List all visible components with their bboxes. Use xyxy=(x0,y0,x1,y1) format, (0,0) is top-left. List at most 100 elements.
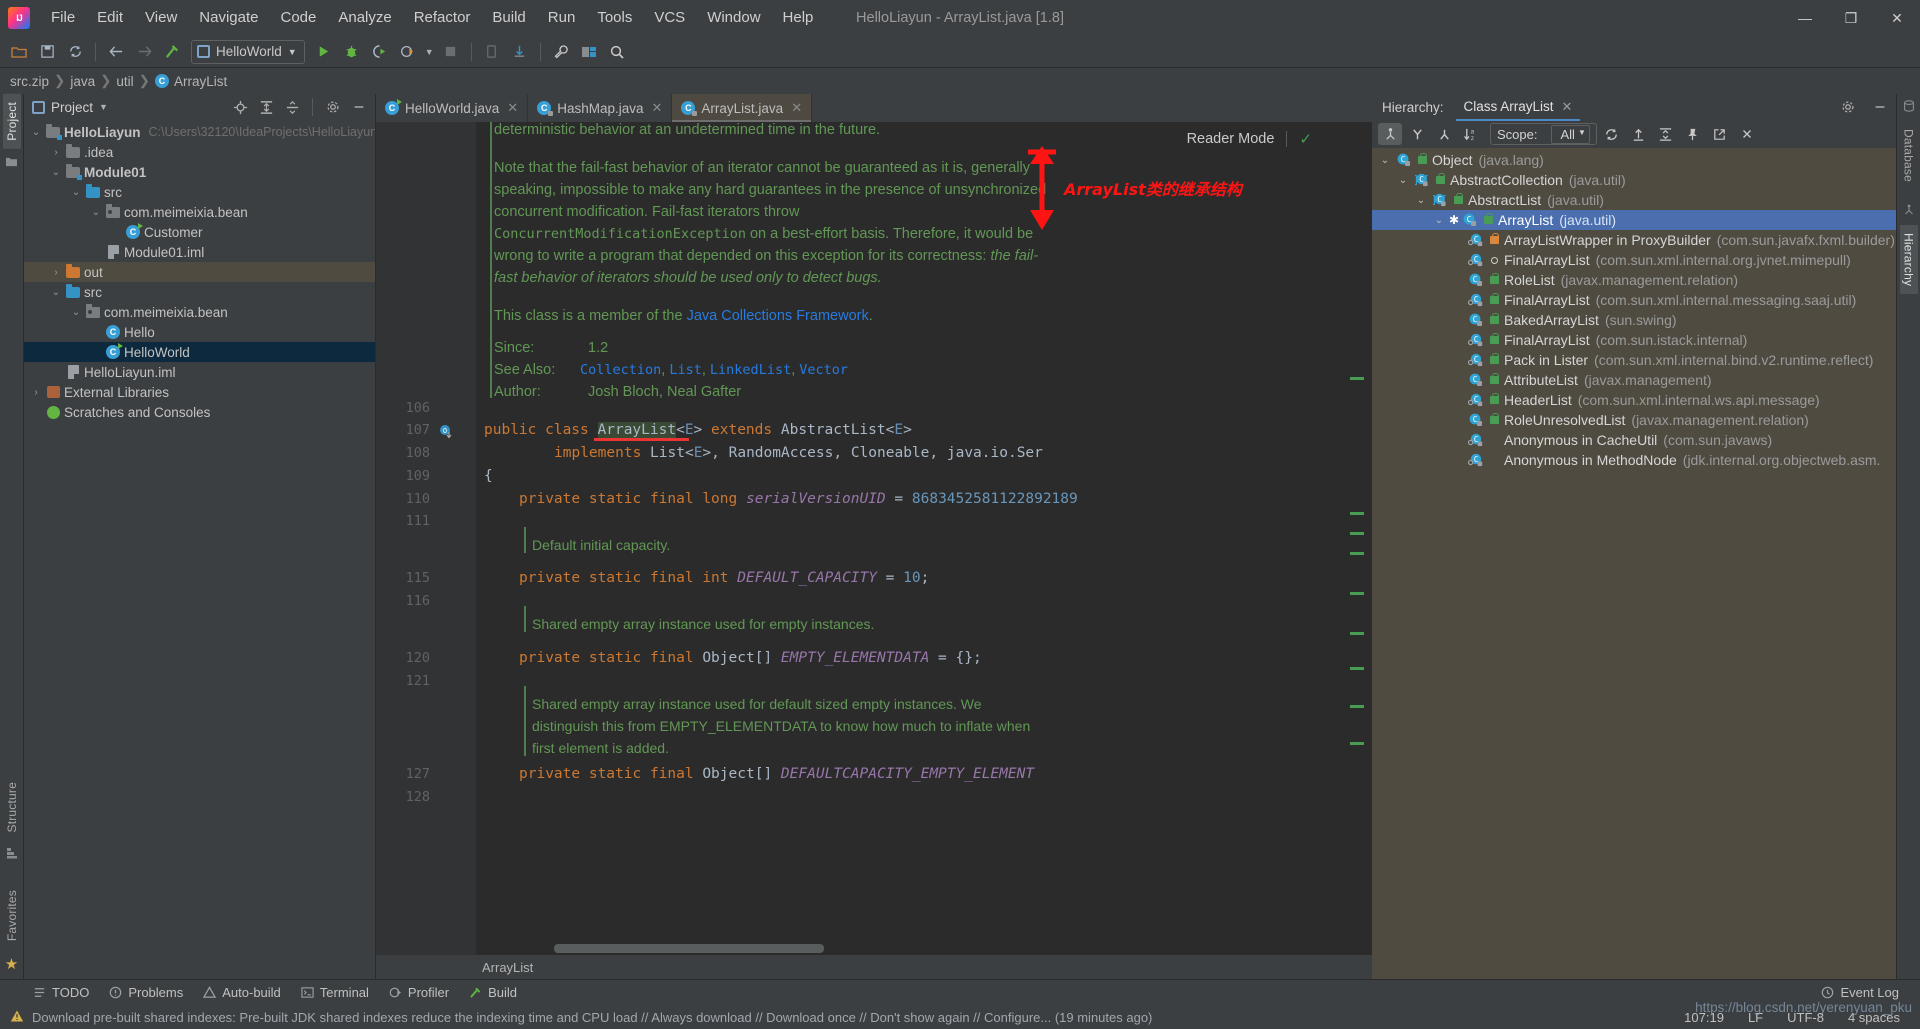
chevron-down-icon[interactable]: ⌄ xyxy=(68,187,84,198)
menu-refactor[interactable]: Refactor xyxy=(403,5,482,31)
hierarchy-row[interactable]: C Anonymous in CacheUtil (com.sun.javaws) xyxy=(1372,430,1896,450)
menu-tools[interactable]: Tools xyxy=(586,5,643,31)
stop-icon[interactable] xyxy=(438,39,464,65)
project-tree[interactable]: ⌄ HelloLiayun C:\Users\32120\IdeaProjects\… xyxy=(24,120,375,979)
chevron-down-icon[interactable]: ⌄ xyxy=(1376,155,1394,166)
menu-navigate[interactable]: Navigate xyxy=(188,5,269,31)
tree-row-src[interactable]: ⌄ src xyxy=(24,182,375,202)
tool-todo[interactable]: TODO xyxy=(24,982,98,1003)
tree-row-src[interactable]: ⌄ src xyxy=(24,282,375,302)
expand-all-icon[interactable] xyxy=(1654,123,1678,145)
hierarchy-row[interactable]: ⌄ C AbstractCollection (java.util) xyxy=(1372,170,1896,190)
chevron-right-icon[interactable]: › xyxy=(48,267,64,278)
chevron-down-icon[interactable]: ⌄ xyxy=(88,207,104,218)
forward-arrow-icon[interactable] xyxy=(131,39,157,65)
chevron-down-icon[interactable]: ⌄ xyxy=(28,127,44,138)
tree-row-helloliayun-iml[interactable]: HelloLiayun.iml xyxy=(24,362,375,382)
hammer-icon[interactable] xyxy=(159,39,185,65)
scrollbar-thumb[interactable] xyxy=(554,944,824,953)
hierarchy-row[interactable]: C BakedArrayList (sun.swing) xyxy=(1372,310,1896,330)
stripe-structure-button[interactable]: Structure xyxy=(3,774,21,841)
tool-profiler[interactable]: Profiler xyxy=(380,982,458,1003)
hierarchy-row[interactable]: C HeaderList (com.sun.xml.internal.ws.api.… xyxy=(1372,390,1896,410)
stripe-database-icon[interactable] xyxy=(1903,100,1915,115)
javadoc-link[interactable]: LinkedList xyxy=(710,362,791,378)
hide-panel-icon[interactable] xyxy=(349,97,369,117)
stripe-star-icon[interactable]: ★ xyxy=(5,955,18,973)
tree-row-customer[interactable]: C Customer xyxy=(24,222,375,242)
tree-row-module01[interactable]: ⌄ Module01 xyxy=(24,162,375,182)
editor-gutter[interactable]: 106 107 O 108 109 110 111 115 116 120 121 127 128 xyxy=(376,122,476,955)
profiler-icon[interactable] xyxy=(395,39,421,65)
subtypes-hierarchy-icon[interactable] xyxy=(1432,123,1456,145)
menu-vcs[interactable]: VCS xyxy=(643,5,696,31)
save-icon[interactable] xyxy=(34,39,60,65)
sort-alphabetically-icon[interactable]: az xyxy=(1459,123,1483,145)
maximize-button[interactable]: ❐ xyxy=(1828,0,1874,36)
breadcrumb-arraylist[interactable]: C ArrayList xyxy=(154,74,227,89)
hierarchy-row[interactable]: C Anonymous in MethodNode (jdk.internal.or… xyxy=(1372,450,1896,470)
tree-row-helloworld[interactable]: C HelloWorld xyxy=(24,342,375,362)
hide-icon[interactable] xyxy=(1870,97,1890,117)
hierarchy-row[interactable]: C RoleList (javax.management.relation) xyxy=(1372,270,1896,290)
tree-row-external-libraries[interactable]: › External Libraries xyxy=(24,382,375,402)
hierarchy-tree[interactable]: ⌄ C Object (java.lang) ⌄ C AbstractCollection(… xyxy=(1372,148,1896,979)
stripe-favorites-button[interactable]: Favorites xyxy=(3,882,21,949)
hierarchy-row[interactable]: ⌄ C Object (java.lang) xyxy=(1372,150,1896,170)
collapse-all-icon[interactable] xyxy=(282,97,302,117)
back-arrow-icon[interactable] xyxy=(103,39,129,65)
chevron-down-icon[interactable]: ▼ xyxy=(99,102,108,112)
javadoc-link[interactable]: Java Collections Framework xyxy=(687,308,869,324)
pin-icon[interactable] xyxy=(1681,123,1705,145)
reader-mode-toggle[interactable]: Reader Mode ✓ xyxy=(1187,130,1312,148)
project-panel-title-group[interactable]: Project ▼ xyxy=(32,100,108,115)
scope-selector[interactable]: Scope: All ▼ xyxy=(1490,123,1597,145)
supertypes-hierarchy-icon[interactable] xyxy=(1405,123,1429,145)
javadoc-link[interactable]: Vector xyxy=(799,362,848,378)
close-button[interactable]: ✕ xyxy=(1874,0,1920,36)
status-message[interactable]: Download pre-built shared indexes: Pre-b… xyxy=(32,1010,1152,1025)
tree-row-hello[interactable]: C Hello xyxy=(24,322,375,342)
horizontal-scrollbar[interactable] xyxy=(476,944,1364,953)
settings-wrench-icon[interactable] xyxy=(548,39,574,65)
hierarchy-row[interactable]: ⌄ ✱ C ArrayList (java.util) xyxy=(1372,210,1896,230)
hierarchy-row[interactable]: C AttributeList (javax.management) xyxy=(1372,370,1896,390)
chevron-down-icon[interactable]: ⌄ xyxy=(48,287,64,298)
tool-problems[interactable]: Problems xyxy=(100,982,192,1003)
menu-help[interactable]: Help xyxy=(772,5,825,31)
menu-build[interactable]: Build xyxy=(481,5,536,31)
menu-analyze[interactable]: Analyze xyxy=(327,5,402,31)
project-structure-icon[interactable] xyxy=(576,39,602,65)
sync-icon[interactable] xyxy=(62,39,88,65)
editor-marker-track[interactable] xyxy=(1348,122,1364,955)
breadcrumb-src-zip[interactable]: src.zip xyxy=(10,74,49,89)
close-icon[interactable] xyxy=(1735,123,1759,145)
run-configuration-selector[interactable]: HelloWorld ▼ xyxy=(191,39,305,64)
tool-auto-build[interactable]: Auto-build xyxy=(194,982,290,1003)
editor-tab-hashmap[interactable]: C HashMap.java ✕ xyxy=(528,94,673,122)
device-manager-icon[interactable] xyxy=(479,39,505,65)
tool-build[interactable]: Build xyxy=(460,982,526,1003)
tree-row-module01-iml[interactable]: Module01.iml xyxy=(24,242,375,262)
chevron-down-icon[interactable]: ⌄ xyxy=(1394,175,1412,186)
settings-gear-icon[interactable] xyxy=(323,97,343,117)
tree-row--idea[interactable]: › .idea xyxy=(24,142,375,162)
expand-all-icon[interactable] xyxy=(256,97,276,117)
stripe-database-button[interactable]: Database xyxy=(1900,121,1918,190)
close-icon[interactable]: ✕ xyxy=(652,100,663,116)
search-everywhere-icon[interactable] xyxy=(604,39,630,65)
hierarchy-row[interactable]: C FinalArrayList (com.sun.xml.internal.org… xyxy=(1372,250,1896,270)
chevron-right-icon[interactable]: › xyxy=(28,387,44,398)
stripe-project-button[interactable]: Project xyxy=(2,94,21,149)
inspections-ok-icon[interactable]: ✓ xyxy=(1299,130,1312,148)
close-icon[interactable]: ✕ xyxy=(1562,99,1573,115)
hierarchy-row[interactable]: ⌄ C AbstractList (java.util) xyxy=(1372,190,1896,210)
update-project-icon[interactable] xyxy=(507,39,533,65)
breadcrumb-util[interactable]: util xyxy=(116,74,133,89)
hierarchy-row[interactable]: C ArrayListWrapper in ProxyBuilder (com.su… xyxy=(1372,230,1896,250)
stripe-folder-icon[interactable] xyxy=(5,155,18,170)
chevron-down-icon[interactable]: ⌄ xyxy=(1430,215,1448,226)
tree-row-com-meimeixia-bean[interactable]: ⌄ com.meimeixia.bean xyxy=(24,302,375,322)
run-with-coverage-icon[interactable] xyxy=(367,39,393,65)
folder-open-icon[interactable] xyxy=(6,39,32,65)
